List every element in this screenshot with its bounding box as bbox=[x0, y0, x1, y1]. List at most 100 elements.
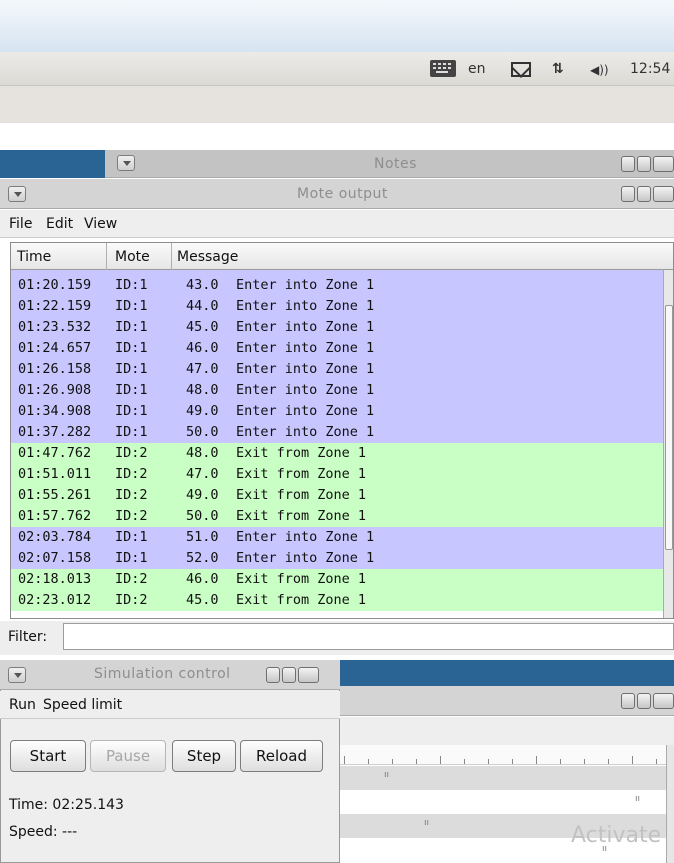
timeline-ruler[interactable] bbox=[340, 745, 670, 765]
timeline-menubar bbox=[340, 717, 674, 745]
table-row[interactable]: 01:34.908 ID:1 49.0 Enter into Zone 1 bbox=[11, 401, 665, 422]
cell-mote: ID:2 bbox=[115, 592, 148, 608]
cell-message: Enter into Zone 1 bbox=[236, 403, 375, 419]
cell-mote: ID:1 bbox=[115, 403, 148, 419]
table-row[interactable]: 02:23.012 ID:2 45.0 Exit from Zone 1 bbox=[11, 590, 665, 611]
cell-value: 50.0 bbox=[186, 508, 219, 524]
cell-time: 02:23.012 bbox=[18, 592, 92, 608]
table-row[interactable]: 01:37.282 ID:1 50.0 Enter into Zone 1 bbox=[11, 422, 665, 443]
table-row[interactable]: 02:07.158 ID:1 52.0 Enter into Zone 1 bbox=[11, 548, 665, 569]
cell-time: 01:20.159 bbox=[18, 277, 92, 293]
mote-output-minimize-button[interactable] bbox=[621, 186, 635, 202]
cell-mote: ID:1 bbox=[115, 382, 148, 398]
cell-mote: ID:1 bbox=[115, 361, 148, 377]
notes-close-button[interactable] bbox=[653, 156, 674, 172]
simulation-control-close-button[interactable] bbox=[298, 667, 319, 683]
timeline-event-marker: ıı bbox=[384, 770, 390, 780]
ruler-tick bbox=[632, 756, 633, 764]
timeline-titlebar[interactable] bbox=[340, 686, 674, 716]
desktop-background-strip bbox=[0, 150, 105, 178]
cell-mote: ID:2 bbox=[115, 508, 148, 524]
language-indicator[interactable]: en bbox=[468, 61, 486, 77]
table-row[interactable]: 02:18.013 ID:2 46.0 Exit from Zone 1 bbox=[11, 569, 665, 590]
ruler-tick bbox=[464, 759, 465, 764]
cell-time: 01:22.159 bbox=[18, 298, 92, 314]
menu-run[interactable]: Run bbox=[9, 697, 36, 713]
column-divider[interactable] bbox=[171, 243, 172, 270]
table-row[interactable]: 01:26.158 ID:1 47.0 Enter into Zone 1 bbox=[11, 359, 665, 380]
table-row[interactable]: 01:57.762 ID:2 50.0 Exit from Zone 1 bbox=[11, 506, 665, 527]
start-button[interactable]: Start bbox=[10, 740, 86, 772]
timeline-vertical-scrollbar[interactable] bbox=[666, 745, 674, 863]
notes-minimize-button[interactable] bbox=[621, 156, 635, 172]
menu-file[interactable]: File bbox=[9, 216, 32, 232]
table-row[interactable]: 01:55.261 ID:2 49.0 Exit from Zone 1 bbox=[11, 485, 665, 506]
notes-title: Notes bbox=[374, 156, 417, 172]
timeline-minimize-button[interactable] bbox=[621, 693, 635, 709]
column-header-message[interactable]: Message bbox=[177, 249, 238, 265]
filter-input[interactable] bbox=[63, 623, 674, 650]
cell-mote: ID:2 bbox=[115, 487, 148, 503]
cell-time: 01:23.532 bbox=[18, 319, 92, 335]
mote-output-menu-dropdown-icon[interactable] bbox=[8, 186, 26, 202]
network-icon[interactable]: ⇅ bbox=[552, 61, 564, 77]
notes-maximize-button[interactable] bbox=[637, 156, 651, 172]
cell-value: 44.0 bbox=[186, 298, 219, 314]
pause-button[interactable]: Pause bbox=[90, 740, 166, 772]
cell-time: 01:34.908 bbox=[18, 403, 92, 419]
simulation-speed: Speed: --- bbox=[9, 824, 78, 840]
filter-label: Filter: bbox=[8, 629, 48, 645]
mote-output-titlebar[interactable]: Mote output bbox=[0, 179, 674, 209]
table-row[interactable]: 02:03.784 ID:1 51.0 Enter into Zone 1 bbox=[11, 527, 665, 548]
table-vertical-scrollbar[interactable] bbox=[663, 270, 673, 618]
cell-value: 47.0 bbox=[186, 361, 219, 377]
timeline-lane[interactable]: ıı bbox=[340, 790, 666, 814]
menu-edit[interactable]: Edit bbox=[46, 216, 73, 232]
ruler-tick bbox=[656, 759, 657, 764]
simulation-control-minimize-button[interactable] bbox=[266, 667, 280, 683]
cell-message: Exit from Zone 1 bbox=[236, 592, 367, 608]
cell-message: Enter into Zone 1 bbox=[236, 319, 375, 335]
reload-button[interactable]: Reload bbox=[240, 740, 323, 772]
cell-message: Exit from Zone 1 bbox=[236, 508, 367, 524]
table-row[interactable]: 01:23.532 ID:1 45.0 Enter into Zone 1 bbox=[11, 317, 665, 338]
scrollbar-thumb[interactable] bbox=[665, 305, 673, 550]
column-header-mote[interactable]: Mote bbox=[115, 249, 150, 265]
simulation-control-maximize-button[interactable] bbox=[282, 667, 296, 683]
cell-value: 45.0 bbox=[186, 319, 219, 335]
mote-output-close-button[interactable] bbox=[653, 186, 674, 202]
notes-menu-dropdown-icon[interactable] bbox=[117, 155, 135, 171]
timeline-close-button[interactable] bbox=[653, 693, 674, 709]
mote-output-table[interactable]: Time Mote Message 01:20.159 ID:1 43.0 Enter… bbox=[10, 242, 674, 619]
menu-speed-limit[interactable]: Speed limit bbox=[43, 697, 122, 713]
cell-time: 01:24.657 bbox=[18, 340, 92, 356]
table-row[interactable]: 01:51.011 ID:2 47.0 Exit from Zone 1 bbox=[11, 464, 665, 485]
timeline-lane[interactable]: ıı bbox=[340, 766, 666, 790]
table-row[interactable]: 01:24.657 ID:1 46.0 Enter into Zone 1 bbox=[11, 338, 665, 359]
cell-message: Exit from Zone 1 bbox=[236, 571, 367, 587]
mail-icon[interactable] bbox=[511, 62, 531, 77]
table-row[interactable]: 01:22.159 ID:1 44.0 Enter into Zone 1 bbox=[11, 296, 665, 317]
cell-mote: ID:1 bbox=[115, 319, 148, 335]
column-header-time[interactable]: Time bbox=[17, 249, 51, 265]
table-row[interactable]: 01:26.908 ID:1 48.0 Enter into Zone 1 bbox=[11, 380, 665, 401]
menu-view[interactable]: View bbox=[84, 216, 117, 232]
cell-message: Enter into Zone 1 bbox=[236, 529, 375, 545]
clock[interactable]: 12:54 bbox=[630, 61, 670, 77]
activate-watermark: Activate bbox=[571, 823, 662, 848]
ruler-tick bbox=[512, 759, 513, 764]
keyboard-icon[interactable] bbox=[430, 60, 456, 77]
cell-message: Exit from Zone 1 bbox=[236, 487, 367, 503]
table-row[interactable]: 01:20.159 ID:1 43.0 Enter into Zone 1 bbox=[11, 275, 665, 296]
simulation-control-menu-dropdown-icon[interactable] bbox=[8, 667, 26, 683]
cell-value: 48.0 bbox=[186, 445, 219, 461]
column-divider[interactable] bbox=[106, 243, 107, 270]
table-row[interactable]: 01:47.762 ID:2 48.0 Exit from Zone 1 bbox=[11, 443, 665, 464]
mote-output-maximize-button[interactable] bbox=[637, 186, 651, 202]
timeline-maximize-button[interactable] bbox=[637, 693, 651, 709]
cell-value: 52.0 bbox=[186, 550, 219, 566]
cell-message: Enter into Zone 1 bbox=[236, 424, 375, 440]
volume-icon[interactable]: ◀)) bbox=[590, 63, 609, 77]
step-button[interactable]: Step bbox=[172, 740, 236, 772]
simulation-control-titlebar[interactable]: Simulation control bbox=[0, 660, 340, 690]
